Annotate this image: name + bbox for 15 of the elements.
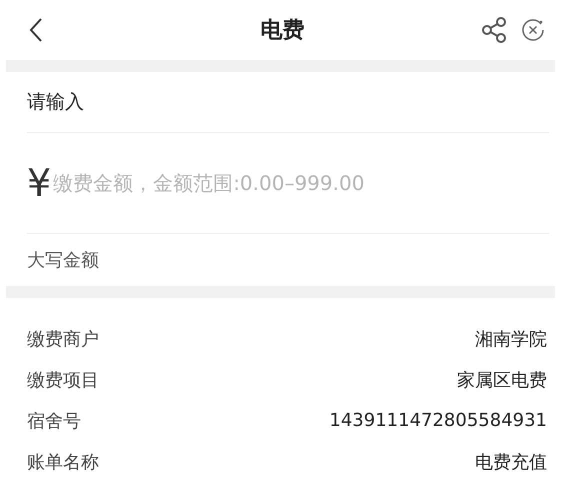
section-heading: 请输入 — [27, 90, 84, 115]
share-icon[interactable] — [481, 17, 507, 43]
close-icon[interactable] — [521, 18, 545, 42]
detail-label: 账单名称 — [27, 450, 99, 474]
detail-label: 缴费项目 — [27, 368, 99, 392]
currency-symbol: ¥ — [27, 161, 52, 205]
detail-value: 湘南学院 — [475, 328, 547, 350]
detail-label: 缴费商户 — [27, 328, 99, 350]
back-icon[interactable] — [28, 17, 44, 43]
detail-value: 1439111472805584931 — [329, 410, 547, 431]
page-title: 电费 — [260, 17, 306, 45]
detail-label: 宿舍号 — [27, 410, 81, 432]
uppercase-amount-label: 大写金额 — [27, 249, 99, 272]
detail-value: 电费充值 — [475, 450, 547, 474]
detail-value: 家属区电费 — [457, 368, 547, 392]
